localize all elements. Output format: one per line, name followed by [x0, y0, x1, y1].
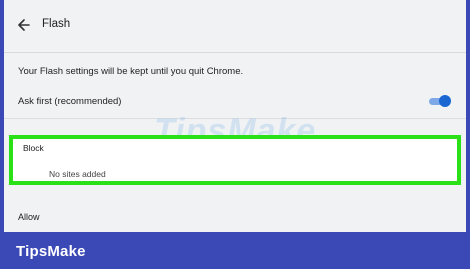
allow-heading: Allow — [18, 212, 40, 222]
screenshot-frame: Flash Your Flash settings will be kept u… — [0, 0, 470, 269]
ask-first-toggle[interactable] — [429, 95, 451, 107]
flash-notice-text: Your Flash settings will be kept until y… — [18, 66, 244, 77]
flash-settings-panel: Flash Your Flash settings will be kept u… — [4, 0, 466, 232]
block-empty-message: No sites added — [49, 169, 106, 179]
page-title: Flash — [42, 18, 71, 30]
toggle-knob — [439, 95, 451, 107]
ask-first-label: Ask first (recommended) — [18, 96, 122, 107]
block-heading: Block — [23, 143, 44, 153]
footer-brand: TipsMake — [16, 243, 86, 260]
arrow-left-icon[interactable] — [18, 17, 30, 33]
block-section: Block No sites added — [9, 135, 461, 185]
ask-first-row[interactable]: Ask first (recommended) — [4, 86, 466, 119]
settings-header: Flash — [4, 0, 466, 53]
